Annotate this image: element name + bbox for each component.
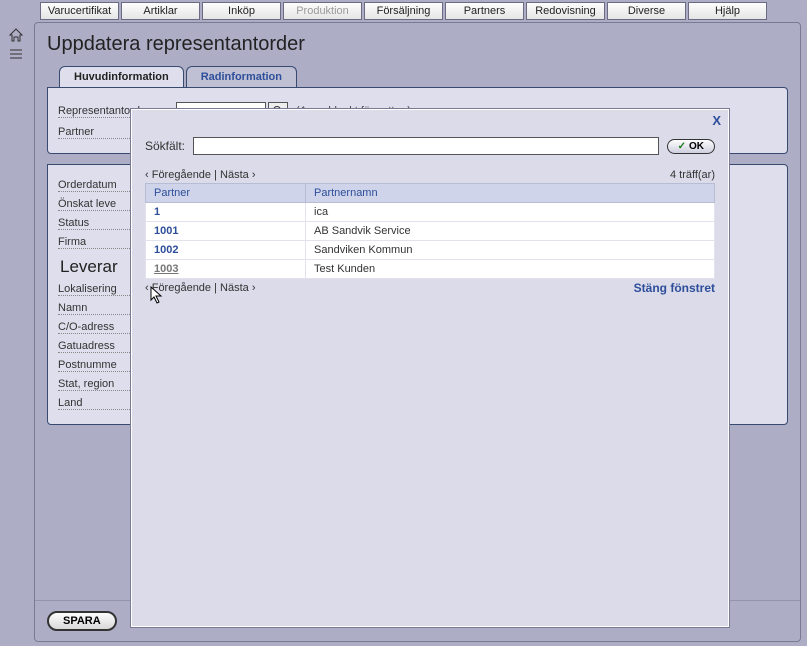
- menu-forsaljning[interactable]: Försäljning: [364, 2, 443, 20]
- home-icon[interactable]: [8, 28, 24, 42]
- ok-label: OK: [689, 141, 704, 152]
- col-partnernamn[interactable]: Partnernamn: [306, 184, 715, 203]
- tab-huvudinformation[interactable]: Huvudinformation: [59, 66, 184, 87]
- partner-id[interactable]: 1001: [146, 222, 306, 241]
- pager-top: ‹ Föregående | Nästa ›: [145, 169, 256, 181]
- partner-name: Test Kunden: [306, 260, 715, 279]
- partner-name: Sandviken Kommun: [306, 241, 715, 260]
- menu-hjalp[interactable]: Hjälp: [688, 2, 767, 20]
- prev-link-bottom[interactable]: ‹ Föregående: [145, 282, 211, 294]
- table-row[interactable]: 1 ica: [146, 203, 715, 222]
- search-input[interactable]: [193, 137, 659, 155]
- next-link-top[interactable]: Nästa ›: [220, 169, 255, 181]
- next-link-bottom[interactable]: Nästa ›: [220, 282, 255, 294]
- menu-partners[interactable]: Partners: [445, 2, 524, 20]
- search-label: Sökfält:: [145, 139, 185, 153]
- table-row[interactable]: 1003 Test Kunden: [146, 260, 715, 279]
- table-row[interactable]: 1002 Sandviken Kommun: [146, 241, 715, 260]
- hit-count: 4 träff(ar): [670, 169, 715, 181]
- menu-diverse[interactable]: Diverse: [607, 2, 686, 20]
- top-menu: Varucertifikat Artiklar Inköp Produktion…: [0, 0, 807, 22]
- ok-button[interactable]: ✓ OK: [667, 139, 715, 154]
- partner-id[interactable]: 1002: [146, 241, 306, 260]
- partner-name: AB Sandvik Service: [306, 222, 715, 241]
- partner-name: ica: [306, 203, 715, 222]
- menu-artiklar[interactable]: Artiklar: [121, 2, 200, 20]
- tabs: Huvudinformation Radinformation: [59, 66, 788, 87]
- list-icon[interactable]: [9, 48, 23, 60]
- partner-lookup-dialog: X Sökfält: ✓ OK ‹ Föregående | Nästa › 4…: [130, 108, 730, 628]
- save-button[interactable]: SPARA: [47, 611, 117, 631]
- menu-redovisning[interactable]: Redovisning: [526, 2, 605, 20]
- menu-varucertifikat[interactable]: Varucertifikat: [40, 2, 119, 20]
- page-title: Uppdatera representantorder: [47, 33, 788, 56]
- side-rail: [6, 28, 26, 60]
- menu-produktion: Produktion: [283, 2, 362, 20]
- tab-radinformation[interactable]: Radinformation: [186, 66, 297, 87]
- dialog-close-button[interactable]: X: [712, 113, 721, 128]
- partner-id[interactable]: 1003: [146, 260, 306, 279]
- partner-id[interactable]: 1: [146, 203, 306, 222]
- pager-bottom: ‹ Föregående | Nästa ›: [145, 282, 256, 294]
- prev-link-top[interactable]: ‹ Föregående: [145, 169, 211, 181]
- check-icon: ✓: [678, 141, 686, 152]
- results-table: Partner Partnernamn 1 ica 1001 AB Sandvi…: [145, 183, 715, 279]
- close-window-link[interactable]: Stäng fönstret: [634, 281, 715, 295]
- col-partner[interactable]: Partner: [146, 184, 306, 203]
- menu-inkop[interactable]: Inköp: [202, 2, 281, 20]
- table-row[interactable]: 1001 AB Sandvik Service: [146, 222, 715, 241]
